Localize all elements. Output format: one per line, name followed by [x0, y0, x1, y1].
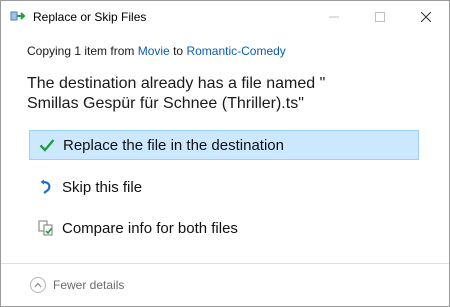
window-controls: [311, 1, 449, 33]
dialog-footer: Fewer details: [1, 263, 449, 306]
fewer-details-button[interactable]: Fewer details: [30, 277, 124, 293]
maximize-button[interactable]: [357, 1, 403, 33]
conflict-message: The destination already has a file named…: [27, 74, 427, 114]
minimize-button[interactable]: [311, 1, 357, 33]
copying-to-word: to: [173, 44, 184, 58]
destination-folder-link[interactable]: Romantic-Comedy: [186, 44, 285, 58]
compare-files-icon: [36, 218, 56, 238]
title-bar[interactable]: Replace or Skip Files: [1, 1, 449, 33]
skip-file-option[interactable]: Skip this file: [29, 172, 419, 202]
fewer-details-label: Fewer details: [53, 278, 125, 292]
conflict-message-line1: The destination already has a file named…: [27, 75, 326, 92]
compare-files-label: Compare info for both files: [62, 219, 238, 237]
dialog-content: Copying 1 item from Movie to Romantic-Co…: [1, 44, 449, 114]
replace-file-label: Replace the file in the destination: [63, 136, 284, 154]
chevron-up-icon: [30, 277, 46, 293]
skip-arrow-icon: [36, 177, 56, 197]
close-button[interactable]: [403, 1, 449, 33]
copying-prefix: Copying 1 item from: [27, 44, 135, 58]
close-icon: [421, 12, 431, 22]
skip-file-label: Skip this file: [62, 178, 143, 196]
copying-status: Copying 1 item from Movie to Romantic-Co…: [27, 44, 449, 58]
replace-file-option[interactable]: Replace the file in the destination: [29, 130, 419, 160]
copy-arrow-icon: [10, 8, 28, 26]
compare-files-option[interactable]: Compare info for both files: [29, 213, 419, 243]
checkmark-icon: [37, 135, 57, 155]
window-title: Replace or Skip Files: [33, 10, 147, 24]
conflict-message-line2: Smillas Gespür für Schnee (Thriller).ts": [27, 95, 304, 112]
source-folder-link[interactable]: Movie: [138, 44, 170, 58]
minimize-icon: [329, 16, 339, 18]
maximize-icon: [375, 12, 385, 22]
replace-or-skip-dialog: Replace or Skip Files Copying 1 item fro…: [0, 0, 450, 307]
